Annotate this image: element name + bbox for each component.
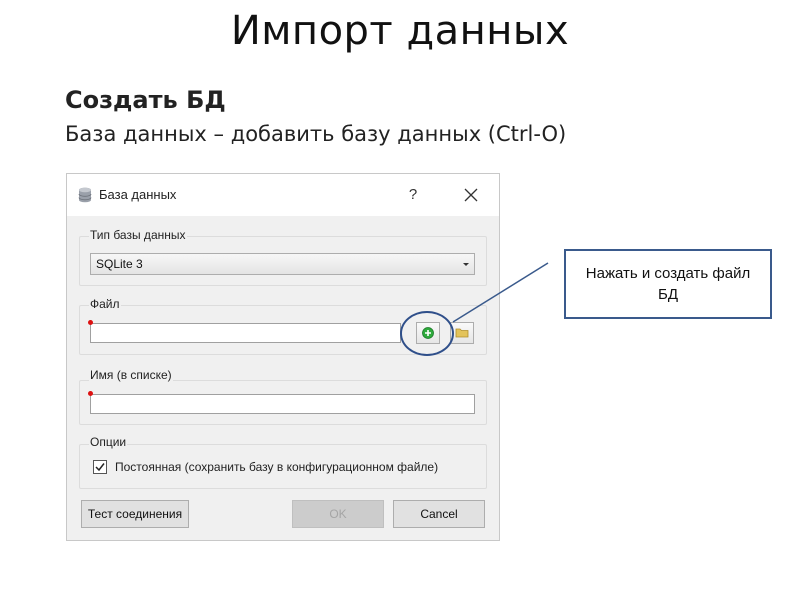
db-type-label: Тип базы данных xyxy=(89,228,187,242)
name-label: Имя (в списке) xyxy=(89,368,173,382)
cancel-button[interactable]: Cancel xyxy=(393,500,485,528)
database-dialog: База данных ? Тип базы данных SQLite 3 Ф… xyxy=(66,173,500,541)
help-button[interactable]: ? xyxy=(402,185,424,205)
required-marker xyxy=(88,320,93,325)
db-type-selected: SQLite 3 xyxy=(96,257,143,271)
slide-subtitle: Создать БД xyxy=(65,86,226,114)
callout-text: Нажать и создать файл БД xyxy=(585,265,751,303)
required-marker xyxy=(88,391,93,396)
dialog-title: База данных xyxy=(99,187,177,202)
persistent-checkbox[interactable] xyxy=(93,460,107,474)
close-icon[interactable] xyxy=(459,183,483,207)
ok-button[interactable]: OK xyxy=(292,500,384,528)
callout-note: Нажать и создать файл БД xyxy=(564,249,772,319)
chevron-down-icon xyxy=(463,263,469,266)
name-input[interactable] xyxy=(90,394,475,414)
highlight-circle xyxy=(400,311,454,356)
menu-path: База данных – добавить базу данных (Ctrl… xyxy=(65,122,567,146)
checkmark-icon xyxy=(95,463,105,472)
folder-icon xyxy=(455,328,469,338)
database-icon xyxy=(78,187,92,203)
test-connection-button[interactable]: Тест соединения xyxy=(81,500,189,528)
slide-title: Импорт данных xyxy=(230,8,570,54)
file-input[interactable] xyxy=(90,323,401,343)
dialog-titlebar: База данных ? xyxy=(67,174,499,216)
file-label: Файл xyxy=(89,297,121,311)
persistent-checkbox-label: Постоянная (сохранить базу в конфигураци… xyxy=(115,460,439,474)
options-label: Опции xyxy=(89,435,128,449)
db-type-select[interactable]: SQLite 3 xyxy=(90,253,475,275)
